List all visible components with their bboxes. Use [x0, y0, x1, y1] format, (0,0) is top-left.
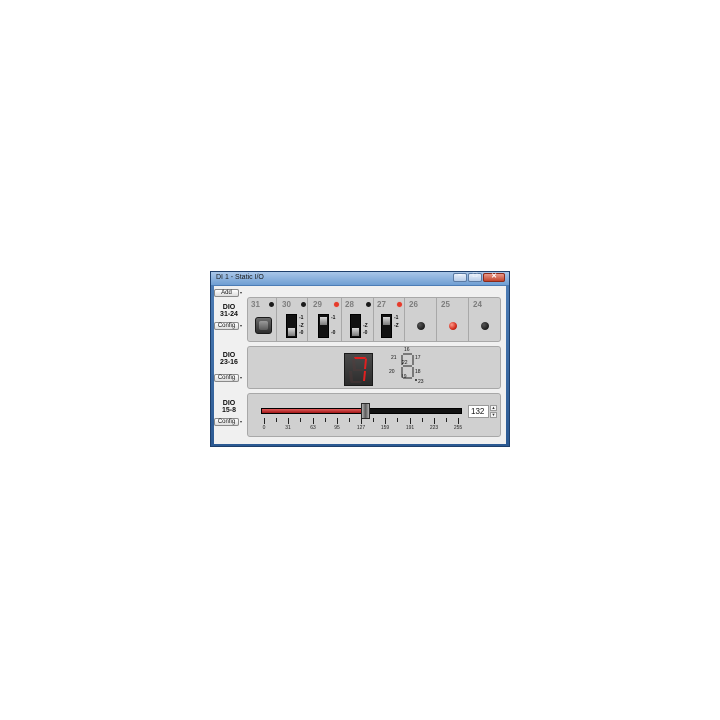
dio-23-16-panel — [247, 346, 501, 389]
bit-label-25: 25 — [441, 300, 450, 309]
segment-label-21: 21 — [391, 355, 397, 361]
push-button-31[interactable] — [255, 317, 272, 334]
bit-label-29: 29 — [313, 300, 322, 309]
toggle-switch-27[interactable] — [381, 314, 392, 338]
dio-23-16-label: DIO 23-16 — [220, 352, 238, 366]
segment-label-18: 18 — [415, 369, 421, 375]
add-dropdown-icon[interactable]: ▾ — [240, 290, 242, 295]
maximize-button[interactable]: □ — [468, 272, 482, 282]
toggle-label-z: -Z — [363, 323, 368, 329]
slider-tick — [288, 418, 289, 424]
bit-label-26: 26 — [409, 300, 418, 309]
slider-tick-label: 191 — [405, 425, 415, 431]
output-led-25 — [449, 322, 457, 330]
bit-label-28: 28 — [345, 300, 354, 309]
toggle-label-one: -1 — [394, 315, 399, 321]
toggle-label-z: -Z — [394, 323, 399, 329]
slider-tick — [349, 418, 350, 422]
toggle-label-zero: -0 — [331, 330, 336, 336]
slider-tick — [325, 418, 326, 422]
slider-tick — [337, 418, 338, 424]
slider-tick — [422, 418, 423, 422]
title-bar[interactable]: DI 1 - Static I/O – □ ✕ — [211, 272, 509, 285]
slider-tick — [434, 418, 435, 424]
add-button[interactable]: Add — [214, 289, 239, 297]
toggle-label-zero: -0 — [363, 330, 368, 336]
bit-separator — [373, 298, 374, 341]
spin-up-button[interactable]: ▲ — [490, 405, 497, 411]
bit-label-27: 27 — [377, 300, 386, 309]
slider-tick — [264, 418, 265, 424]
slider-tick — [373, 418, 374, 422]
config-dropdown-icon[interactable]: ▾ — [240, 375, 242, 380]
output-led-26 — [417, 322, 425, 330]
config-button-15-8[interactable]: Config — [214, 418, 239, 426]
dio-15-8-label: DIO 15-8 — [221, 400, 236, 414]
config-dropdown-icon[interactable]: ▾ — [240, 419, 242, 424]
slider-tick — [300, 418, 301, 422]
bit-separator — [307, 298, 308, 341]
config-button-23-16[interactable]: Config — [214, 374, 239, 382]
value-input[interactable]: 132 — [468, 405, 489, 418]
slider-tick-label: 0 — [262, 425, 266, 431]
toggle-switch-29[interactable] — [318, 314, 329, 338]
segment-label-20: 20 — [389, 369, 395, 375]
bit-separator — [436, 298, 437, 341]
segment-label-23: 23 — [418, 379, 424, 385]
slider-tick — [313, 418, 314, 424]
window-title: DI 1 - Static I/O — [216, 274, 264, 281]
segment-label-19: 19 — [401, 374, 407, 380]
seven-segment-display — [344, 353, 373, 386]
status-led-31 — [269, 302, 274, 307]
slider-fill — [262, 409, 365, 413]
slider-tick — [361, 418, 362, 424]
slider-tick — [446, 418, 447, 422]
slider-tick — [385, 418, 386, 424]
slider-tick — [397, 418, 398, 422]
config-button-31-24[interactable]: Config — [214, 322, 239, 330]
dio-31-24-label: DIO 31-24 — [220, 304, 238, 318]
toggle-switch-30[interactable] — [286, 314, 297, 338]
bit-separator — [404, 298, 405, 341]
segment-label-17: 17 — [415, 355, 421, 361]
toggle-switch-28[interactable] — [350, 314, 361, 338]
slider-thumb[interactable] — [361, 403, 371, 419]
status-led-30 — [301, 302, 306, 307]
slider-tick — [458, 418, 459, 424]
bit-separator — [276, 298, 277, 341]
slider-tick — [276, 418, 277, 422]
slider-tick-label: 159 — [380, 425, 390, 431]
toggle-label-one: -1 — [299, 315, 304, 321]
toggle-label-z: -Z — [299, 323, 304, 329]
status-led-27 — [397, 302, 402, 307]
slider-tick — [410, 418, 411, 424]
close-button[interactable]: ✕ — [483, 273, 505, 282]
slider-tick-label: 63 — [310, 425, 316, 431]
slider-tick-label: 95 — [334, 425, 340, 431]
bit-label-30: 30 — [282, 300, 291, 309]
seven-segment-digit — [349, 357, 367, 383]
output-led-24 — [481, 322, 489, 330]
toggle-label-zero: -0 — [299, 330, 304, 336]
bit-label-31: 31 — [251, 300, 260, 309]
status-led-28 — [366, 302, 371, 307]
spin-down-button[interactable]: ▼ — [490, 412, 497, 418]
bit-separator — [341, 298, 342, 341]
toggle-label-one: -1 — [331, 315, 336, 321]
bit-label-24: 24 — [473, 300, 482, 309]
slider-tick-label: 127 — [356, 425, 366, 431]
segment-label-16: 16 — [404, 347, 410, 353]
status-led-29 — [334, 302, 339, 307]
slider-tick-label: 223 — [429, 425, 439, 431]
segment-label-22: 22 — [402, 360, 408, 366]
minimize-button[interactable]: – — [453, 272, 467, 282]
slider-tick-label: 255 — [453, 425, 463, 431]
slider-tick-label: 31 — [285, 425, 291, 431]
config-dropdown-icon[interactable]: ▾ — [240, 323, 242, 328]
bit-separator — [468, 298, 469, 341]
